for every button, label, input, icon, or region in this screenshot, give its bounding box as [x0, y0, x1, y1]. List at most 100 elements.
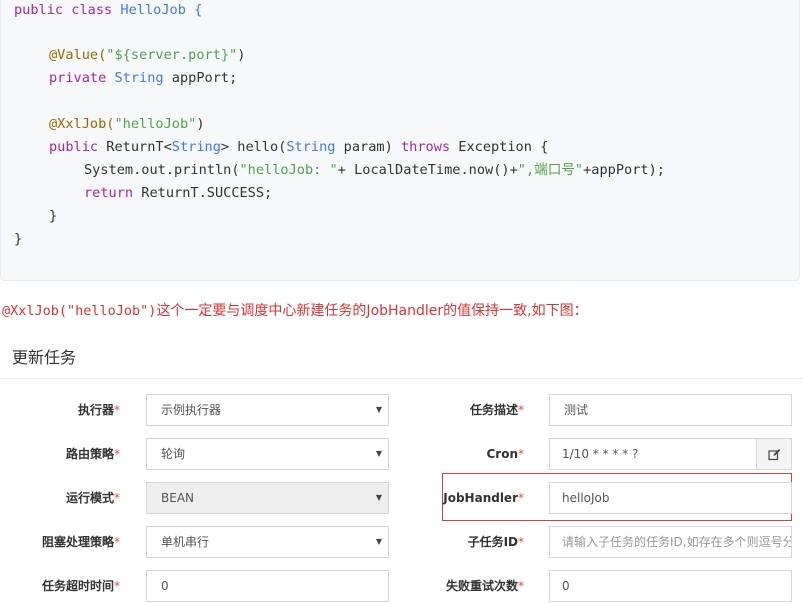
job-handler-label-text: JobHandler: [443, 491, 518, 505]
code-string: "helloJob": [114, 116, 197, 132]
code-line-method-signature: public ReturnT<String> hello(String para…: [49, 136, 548, 158]
form-title: 更新任务: [12, 348, 77, 367]
job-handler-label: JobHandler*: [410, 482, 524, 514]
executor-select[interactable]: 示例执行器 ▼: [146, 394, 389, 426]
route-label-text: 路由策略: [65, 447, 114, 461]
cron-edit-button[interactable]: [756, 438, 792, 470]
retry-input[interactable]: 0: [549, 570, 792, 602]
code-text: }: [14, 231, 23, 247]
code-line-value-annotation: @Value("${server.port}"): [49, 44, 245, 66]
block-strategy-label: 阻塞处理策略*: [10, 526, 120, 558]
job-desc-label: 任务描述*: [410, 394, 524, 426]
caret-down-icon: ▼: [375, 537, 382, 546]
block-strategy-label-text: 阻塞处理策略: [41, 535, 114, 549]
code-type: String: [171, 139, 221, 155]
caret-down-icon: ▼: [375, 449, 382, 458]
route-select[interactable]: 轮询 ▼: [146, 438, 389, 470]
child-job-label: 子任务ID*: [410, 526, 524, 558]
code-text: > hello(: [220, 139, 287, 155]
code-text: + LocalDateTime.now()+: [337, 162, 518, 178]
timeout-label-text: 任务超时时间: [41, 579, 114, 593]
cron-label-text: Cron: [486, 447, 518, 461]
code-annotation: @XxlJob(: [49, 116, 115, 132]
job-desc-input[interactable]: 测试: [549, 394, 792, 426]
edit-icon: [767, 448, 780, 460]
timeout-label: 任务超时时间*: [10, 570, 120, 602]
cron-value: 1/10 * * * * ?: [562, 447, 639, 461]
job-handler-input[interactable]: helloJob: [549, 482, 792, 514]
required-mark: *: [518, 535, 524, 549]
code-string: ",端口号": [517, 162, 584, 178]
code-keyword: public: [14, 2, 64, 18]
cron-label: Cron*: [410, 438, 524, 470]
code-type: String: [114, 70, 164, 86]
caret-down-icon: ▼: [375, 493, 382, 502]
executor-label: 执行器*: [10, 394, 120, 426]
code-class-name: HelloJob {: [120, 2, 203, 18]
code-line-xxljob-annotation: @XxlJob("helloJob"): [49, 113, 205, 135]
executor-label-text: 执行器: [77, 403, 114, 417]
code-text: ReturnT.SUCCESS;: [133, 185, 273, 201]
required-mark: *: [518, 403, 524, 417]
route-label: 路由策略*: [10, 438, 120, 470]
timeout-value: 0: [161, 579, 169, 593]
code-line-println: System.out.println("helloJob: "+ LocalDa…: [84, 159, 665, 181]
required-mark: *: [518, 579, 524, 593]
code-annotation: @Value(: [49, 47, 107, 63]
code-type: String: [286, 139, 336, 155]
executor-value: 示例执行器: [161, 403, 222, 417]
code-string: "${server.port}": [106, 47, 238, 63]
note-code: @XxlJob("helloJob"): [2, 303, 157, 319]
code-string: "helloJob: ": [239, 162, 338, 178]
code-keyword: private: [49, 70, 107, 86]
required-mark: *: [518, 447, 524, 461]
code-line-brace-inner: }: [49, 205, 57, 227]
code-text: ): [196, 116, 205, 132]
child-job-placeholder: 请输入子任务的任务ID,如存在多个则逗号分隔: [562, 535, 792, 549]
code-keyword: class: [71, 2, 113, 18]
required-mark: *: [114, 403, 120, 417]
form-divider: [0, 378, 803, 379]
cron-input[interactable]: 1/10 * * * * ?: [549, 438, 757, 470]
block-strategy-select[interactable]: 单机串行 ▼: [146, 526, 389, 558]
caret-down-icon: ▼: [375, 405, 382, 414]
required-mark: *: [114, 535, 120, 549]
code-text: param): [335, 139, 401, 155]
run-mode-label-text: 运行模式: [65, 491, 114, 505]
required-mark: *: [114, 491, 120, 505]
handler-note: @XxlJob("helloJob")这个一定要与调度中心新建任务的JobHan…: [2, 300, 588, 322]
code-text: appPort;: [163, 70, 238, 86]
code-text: ): [237, 47, 246, 63]
code-text: ReturnT<: [98, 139, 172, 155]
required-mark: *: [114, 447, 120, 461]
code-text: Exception {: [450, 139, 549, 155]
job-desc-value: 测试: [564, 403, 589, 417]
code-keyword: public: [49, 139, 99, 155]
code-text: System.out.println(: [84, 162, 240, 178]
code-keyword: return: [84, 185, 134, 201]
retry-label: 失败重试次数*: [410, 570, 524, 602]
code-keyword: throws: [400, 139, 451, 155]
code-line-brace-outer: }: [14, 228, 22, 250]
timeout-input[interactable]: 0: [146, 570, 389, 602]
code-line-field: private String appPort;: [49, 67, 237, 89]
code-line-return: return ReturnT.SUCCESS;: [84, 182, 272, 204]
note-text: 这个一定要与调度中心新建任务的JobHandler的值保持一致,如下图：: [156, 303, 588, 319]
run-mode-label: 运行模式*: [10, 482, 120, 514]
code-text: +appPort);: [583, 162, 665, 178]
code-block: public class HelloJob { @Value("${server…: [0, 0, 800, 281]
block-strategy-value: 单机串行: [161, 535, 210, 549]
run-mode-select: BEAN ▼: [146, 482, 389, 514]
job-handler-value: helloJob: [562, 491, 610, 505]
child-job-input[interactable]: 请输入子任务的任务ID,如存在多个则逗号分隔: [549, 526, 792, 558]
code-line-class: public class HelloJob {: [14, 0, 202, 21]
run-mode-value: BEAN: [161, 491, 194, 505]
route-value: 轮询: [161, 447, 186, 461]
child-job-label-text: 子任务ID: [467, 535, 518, 549]
required-mark: *: [114, 579, 120, 593]
retry-value: 0: [562, 579, 570, 593]
required-mark: *: [518, 491, 524, 505]
code-text: }: [49, 208, 58, 224]
job-desc-label-text: 任务描述: [469, 403, 518, 417]
retry-label-text: 失败重试次数: [445, 579, 518, 593]
